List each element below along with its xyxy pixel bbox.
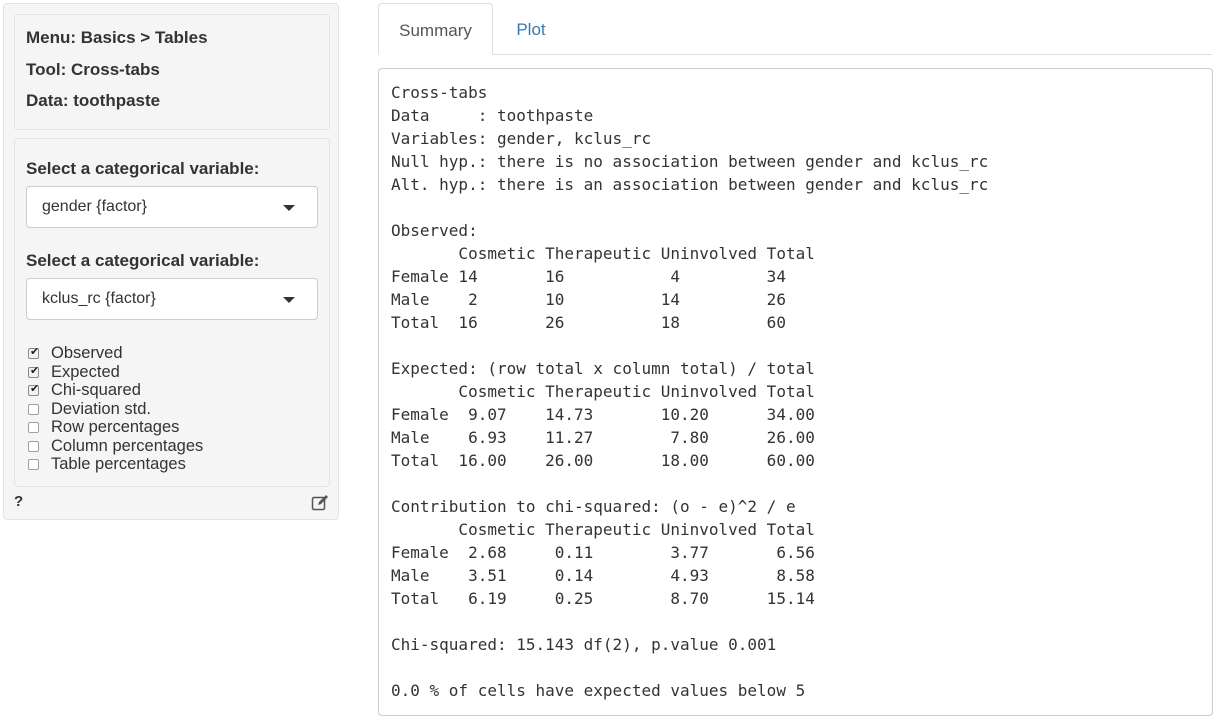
select-label-1: Select a categorical variable: <box>26 159 260 178</box>
checkbox-box[interactable] <box>28 422 39 433</box>
check-icon: ✔ <box>30 346 40 358</box>
output-text: Cross-tabs Data : toothpaste Variables: … <box>391 83 989 700</box>
help-icon[interactable]: ? <box>14 493 23 510</box>
checkbox-label: Expected <box>51 362 120 381</box>
edit-icon[interactable] <box>311 494 329 512</box>
checkbox-label: Table percentages <box>51 455 186 473</box>
tab-plot[interactable]: Plot <box>493 3 569 55</box>
menu-info: Menu: Basics > Tables <box>26 28 208 47</box>
checkbox-box[interactable] <box>28 440 39 452</box>
checkbox-box[interactable]: ✔ <box>28 346 40 359</box>
checkbox-box[interactable] <box>28 403 39 415</box>
select-variable-1[interactable]: gender {factor} <box>26 186 318 228</box>
checkbox-label: Observed <box>51 344 123 362</box>
sidebar-panel: Menu: Basics > Tables Tool: Cross-tabs D… <box>3 3 339 520</box>
input-well: Select a categorical variable: gender {f… <box>14 138 330 487</box>
select-variable-2[interactable]: kclus_rc {factor} <box>26 278 318 320</box>
data-info: Data: toothpaste <box>26 91 161 110</box>
select-value-1: gender {factor} <box>42 198 147 215</box>
summary-output: Cross-tabs Data : toothpaste Variables: … <box>378 68 1213 716</box>
checkbox-label: Column percentages <box>51 436 204 455</box>
checkbox-box[interactable]: ✔ <box>28 364 40 378</box>
tab-bar: Summary Plot <box>378 3 1212 55</box>
checkbox-label: Row percentages <box>51 418 180 436</box>
select-label-2: Select a categorical variable: <box>26 251 260 270</box>
checkbox-box[interactable] <box>28 459 39 470</box>
select-value-2: kclus_rc {factor} <box>42 290 156 307</box>
chevron-down-icon <box>283 297 295 303</box>
check-icon: ✔ <box>30 364 40 377</box>
checkbox-box[interactable]: ✔ <box>28 383 40 396</box>
tab-summary[interactable]: Summary <box>378 3 493 55</box>
check-icon: ✔ <box>30 383 40 395</box>
tool-info: Tool: Cross-tabs <box>26 60 160 79</box>
chevron-down-icon <box>283 205 295 211</box>
checkbox-label: Deviation std. <box>51 399 151 418</box>
checkbox-label: Chi-squared <box>51 381 141 399</box>
info-well: Menu: Basics > Tables Tool: Cross-tabs D… <box>14 14 330 130</box>
